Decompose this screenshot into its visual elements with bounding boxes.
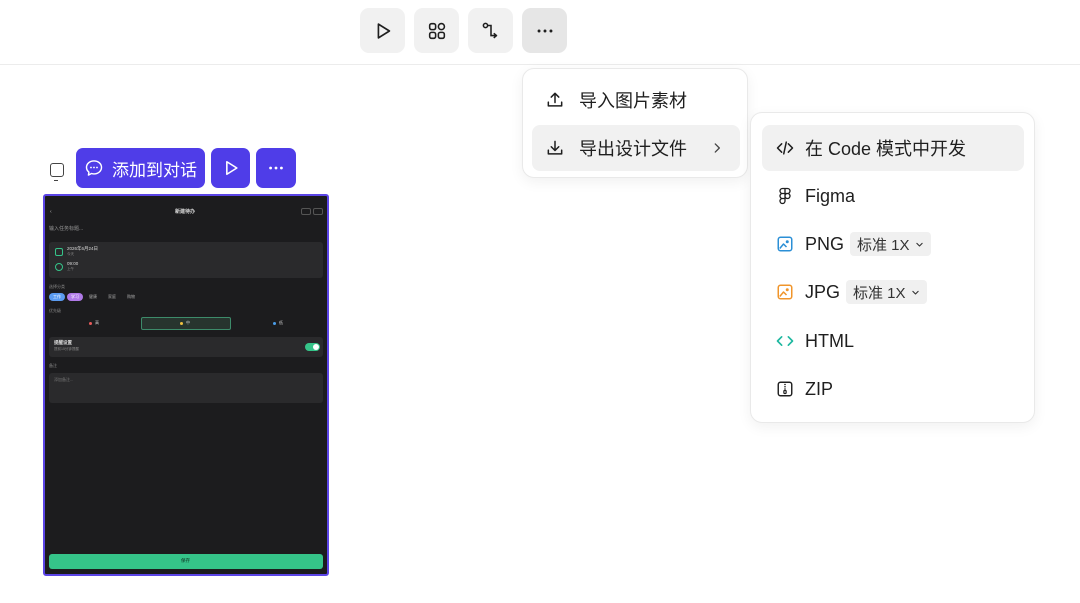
priority-label: 优先级 — [49, 308, 61, 313]
category-chip: 工作 — [49, 293, 65, 301]
reminder-sub: 提前15分钟提醒 — [54, 347, 79, 351]
notes-label: 备注 — [49, 363, 57, 368]
back-icon: ‹ — [50, 209, 52, 215]
task-title-input: 输入任务标题... — [49, 226, 84, 232]
top-toolbar — [0, 0, 1080, 65]
import-images-label: 导入图片素材 — [579, 91, 687, 111]
category-label: 选择分类 — [49, 284, 65, 289]
time-value: 09:00 — [67, 261, 79, 266]
export-jpg-label: JPG — [805, 281, 841, 302]
save-button: 保存 — [49, 554, 323, 569]
more-horizontal-icon — [537, 29, 552, 32]
jpg-scale-value: 标准 1X — [853, 284, 906, 302]
priority-option: 低 — [233, 317, 323, 330]
components-grid-icon — [428, 22, 445, 39]
more-horizontal-icon — [269, 166, 283, 170]
frame-title: 新建待办 — [175, 209, 196, 215]
components-button[interactable] — [414, 8, 459, 53]
frame-more-button[interactable] — [256, 148, 296, 188]
export-zip-item[interactable]: ZIP — [762, 366, 1024, 412]
figma-icon — [774, 185, 796, 207]
preview-run-button[interactable] — [211, 148, 250, 188]
png-scale-value: 标准 1X — [857, 236, 910, 254]
add-to-chat-button[interactable]: 添加到对话 — [76, 148, 205, 188]
category-chip: 健康 — [89, 294, 97, 299]
open-in-code-label: 在 Code 模式中开发 — [805, 139, 967, 159]
upload-icon — [544, 89, 566, 111]
close-icon — [313, 208, 323, 215]
calendar-icon — [55, 248, 63, 256]
reminder-title: 提醒设置 — [54, 340, 72, 345]
priority-option: 高 — [49, 317, 139, 330]
more-menu: 导入图片素材 导出设计文件 — [522, 68, 748, 178]
export-png-item[interactable]: PNG 标准 1X — [762, 221, 1024, 267]
priority-option-selected: 中 — [141, 317, 231, 330]
zip-icon — [774, 378, 796, 400]
image-icon — [774, 233, 796, 255]
chevron-down-icon — [915, 242, 923, 247]
category-chip: 购物 — [127, 294, 135, 299]
reminder-toggle — [305, 343, 320, 351]
more-icon — [301, 208, 311, 215]
flow-button[interactable] — [468, 8, 513, 53]
export-zip-label: ZIP — [805, 378, 834, 399]
time-sub: 上午 — [67, 267, 74, 271]
play-icon — [377, 22, 390, 39]
chevron-right-icon — [714, 143, 720, 153]
category-chip: 家庭 — [108, 294, 116, 299]
export-html-item[interactable]: HTML — [762, 318, 1024, 364]
clock-icon — [55, 263, 63, 271]
export-jpg-item[interactable]: JPG 标准 1X — [762, 269, 1024, 315]
code-icon — [774, 137, 796, 159]
export-submenu: 在 Code 模式中开发 Figma PNG 标准 1X JPG 标准 1X H… — [750, 112, 1035, 423]
play-icon — [225, 160, 238, 176]
more-button[interactable] — [522, 8, 567, 53]
date-value: 2026年6月24日 — [67, 246, 99, 251]
flow-connector-icon — [482, 22, 497, 38]
chat-bubble-icon — [85, 160, 103, 176]
image-icon — [774, 281, 796, 303]
html-icon — [774, 330, 796, 352]
category-chip: 学习 — [67, 293, 83, 301]
reminder-card: 提醒设置 提前15分钟提醒 — [49, 337, 323, 357]
export-figma-item[interactable]: Figma — [762, 173, 1024, 219]
import-images-item[interactable]: 导入图片素材 — [532, 77, 740, 123]
select-frame-checkbox[interactable] — [50, 163, 64, 181]
export-png-label: PNG — [805, 233, 845, 254]
chevron-down-icon — [911, 290, 919, 295]
open-in-code-item[interactable]: 在 Code 模式中开发 — [762, 125, 1024, 171]
add-to-chat-label: 添加到对话 — [112, 160, 197, 180]
notes-field: 添加备注... — [49, 373, 323, 403]
png-scale-select[interactable]: 标准 1X — [850, 232, 931, 256]
date-time-card: 2026年6月24日 今天 09:00 上午 — [49, 242, 323, 278]
download-icon — [544, 137, 566, 159]
date-sub: 今天 — [67, 252, 74, 256]
export-design-item[interactable]: 导出设计文件 — [532, 125, 740, 171]
run-button[interactable] — [360, 8, 405, 53]
export-design-label: 导出设计文件 — [579, 139, 687, 159]
design-frame-preview[interactable]: ‹ 新建待办 输入任务标题... 2026年6月24日 今天 09:00 上午 … — [43, 194, 329, 576]
export-figma-label: Figma — [805, 185, 856, 206]
jpg-scale-select[interactable]: 标准 1X — [846, 280, 927, 304]
export-html-label: HTML — [805, 330, 854, 351]
